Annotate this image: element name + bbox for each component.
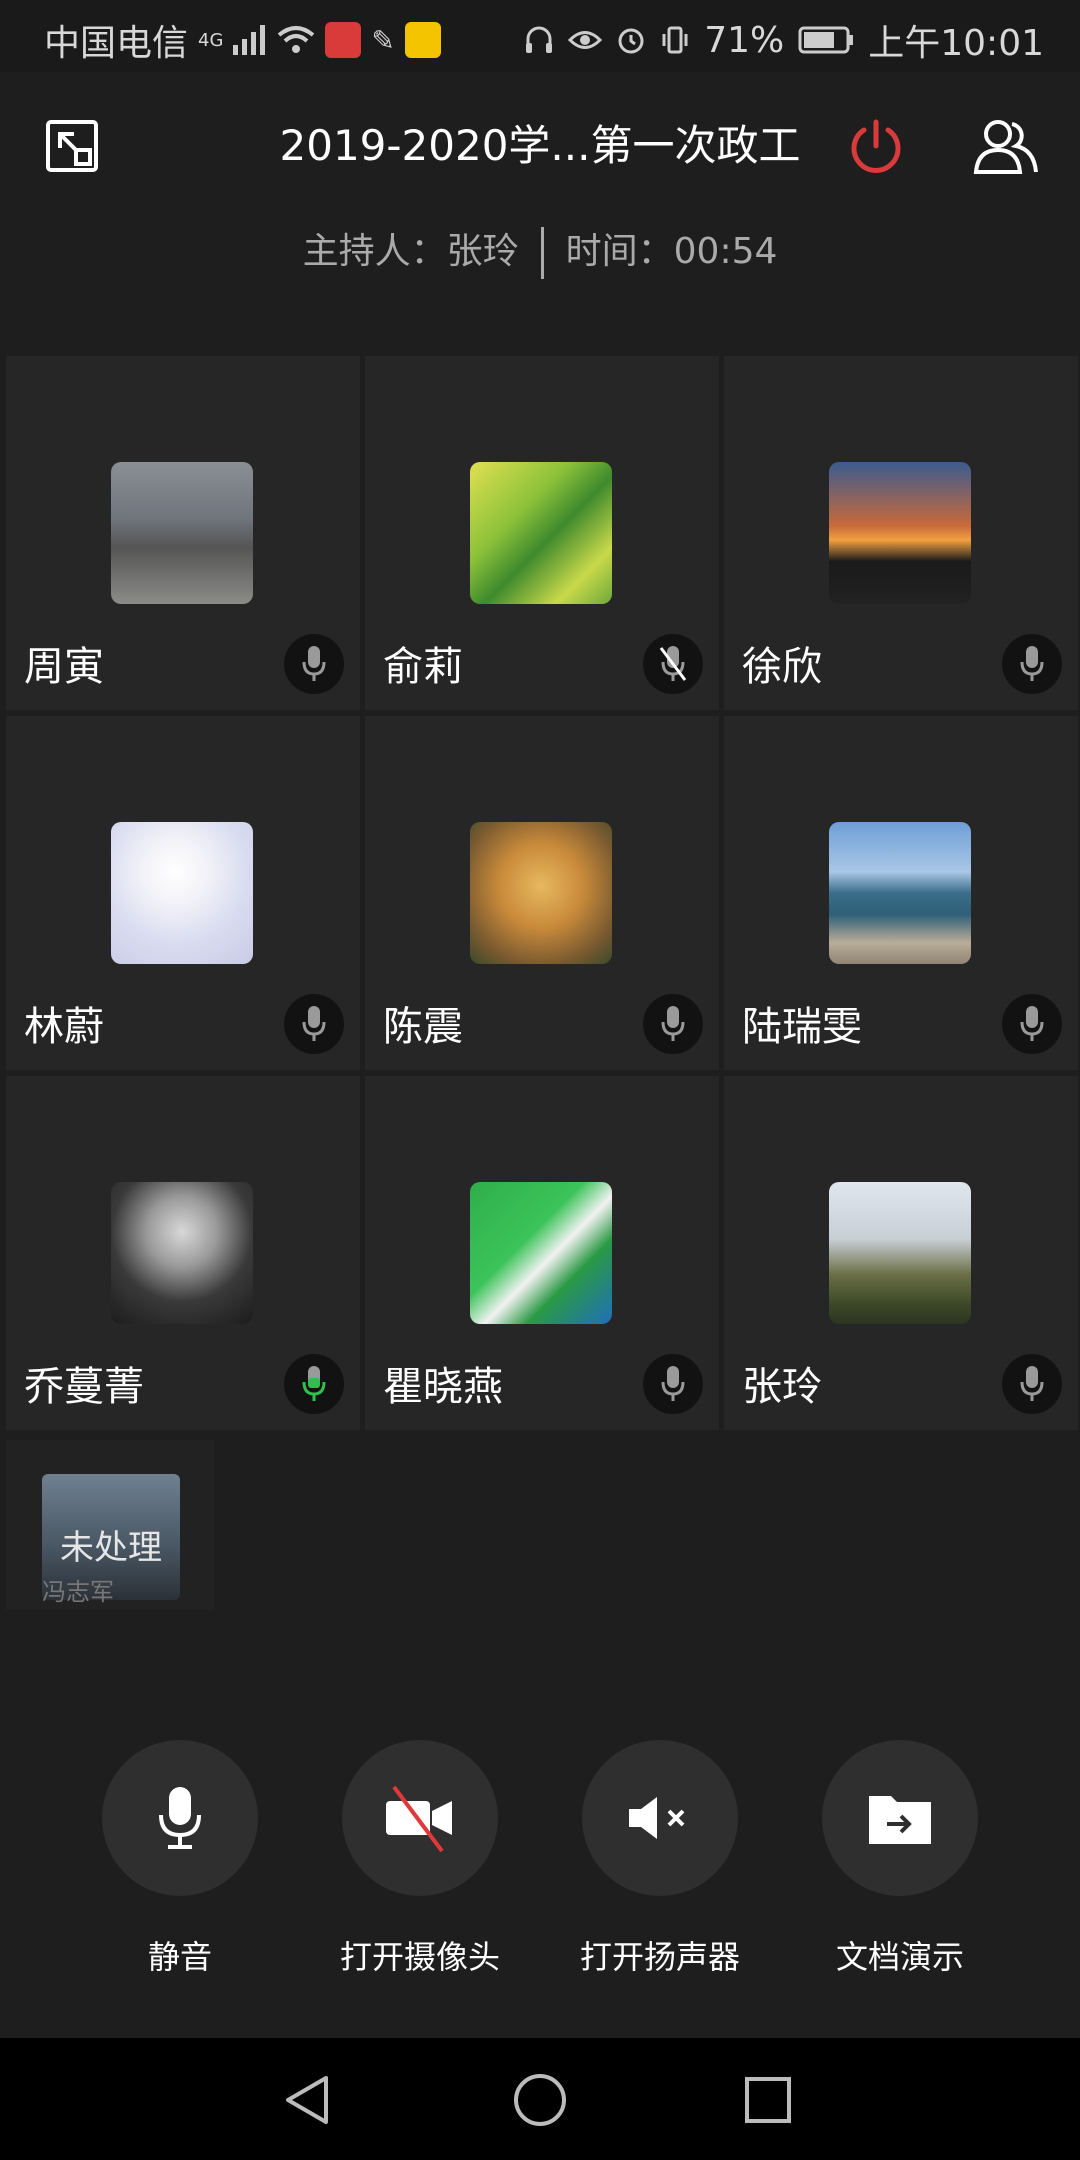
participant-tile[interactable]: 陈震 — [365, 716, 719, 1070]
clock: 上午10:01 — [868, 23, 1044, 64]
participant-name: 俞莉 — [383, 644, 463, 690]
host-name: 张玲 — [446, 231, 519, 272]
elapsed-time: 00:54 — [673, 231, 778, 272]
participant-name: 乔蔓菁 — [24, 1364, 144, 1410]
speaker-label: 打开扬声器 — [579, 1938, 740, 1976]
participant-name: 周寅 — [24, 644, 104, 690]
signal-icon — [233, 25, 266, 55]
avatar — [111, 1182, 253, 1324]
minimize-window-icon[interactable] — [46, 120, 98, 172]
document-label: 文档演示 — [835, 1938, 964, 1976]
speaker-circle[interactable] — [582, 1740, 738, 1896]
mic-on-icon — [1002, 1354, 1062, 1414]
camera-button[interactable]: 打开摄像头 — [300, 1740, 540, 1978]
time-label: 时间： — [565, 231, 674, 272]
participant-tile[interactable]: 徐欣 — [724, 356, 1078, 710]
pending-name: 冯志军 — [42, 1578, 114, 1606]
camera-circle[interactable] — [342, 1740, 498, 1896]
headphone-icon — [526, 26, 553, 53]
speaker-button[interactable]: 打开扬声器 — [540, 1740, 780, 1978]
avatar — [829, 462, 971, 604]
eye-icon — [568, 31, 603, 49]
mic-on-icon — [1002, 994, 1062, 1054]
battery-percent: 71% — [704, 19, 785, 61]
mic-on-icon — [284, 634, 344, 694]
mic-muted-icon — [643, 634, 703, 694]
music-app-icon — [404, 22, 441, 58]
document-circle[interactable] — [822, 1740, 978, 1896]
avatar — [470, 1182, 612, 1324]
participant-name: 徐欣 — [742, 644, 822, 690]
avatar — [829, 822, 971, 964]
carrier-label: 中国电信 — [44, 23, 189, 64]
participants-icon[interactable] — [972, 116, 1042, 176]
battery-icon — [798, 26, 854, 54]
system-nav-bar — [0, 2038, 1080, 2160]
avatar — [111, 822, 253, 964]
participant-tile[interactable]: 瞿晓燕 — [365, 1076, 719, 1430]
speaker-muted-icon — [629, 1797, 685, 1839]
participant-name: 林蔚 — [24, 1004, 104, 1050]
recording-icon — [325, 22, 362, 58]
status-bar: 中国电信 4G ✎ 71% 上午10:01 — [0, 0, 1080, 72]
pending-status: 未处理 — [60, 1528, 162, 1568]
participant-tile[interactable]: 乔蔓菁 — [6, 1076, 360, 1430]
participant-name: 张玲 — [742, 1364, 822, 1410]
camera-off-icon — [386, 1785, 452, 1853]
avatar — [111, 462, 253, 604]
participant-tile[interactable]: 陆瑞雯 — [724, 716, 1078, 1070]
meeting-header: 2019-2020学...第一次政工 主持人：张玲 时间：00:54 — [0, 72, 1080, 279]
avatar — [470, 462, 612, 604]
mic-speaking-icon — [284, 1354, 344, 1414]
avatar — [829, 1182, 971, 1324]
pending-participant[interactable]: 未处理 冯志军 — [6, 1440, 214, 1610]
microphone-icon — [159, 1787, 201, 1849]
participant-tile[interactable]: 林蔚 — [6, 716, 360, 1070]
participant-name: 陈震 — [383, 1004, 463, 1050]
meeting-info: 主持人：张玲 时间：00:54 — [0, 222, 1080, 279]
power-icon[interactable] — [846, 116, 906, 176]
participant-name: 瞿晓燕 — [383, 1364, 503, 1410]
back-icon[interactable] — [282, 2074, 332, 2126]
mute-label: 静音 — [147, 1938, 212, 1976]
meeting-title: 2019-2020学...第一次政工 — [279, 121, 801, 170]
app-notification-icon: ✎ — [371, 23, 395, 57]
home-icon[interactable] — [512, 2072, 568, 2128]
document-share-button[interactable]: 文档演示 — [780, 1740, 1020, 1978]
participant-tile[interactable]: 张玲 — [724, 1076, 1078, 1430]
host-label: 主持人： — [302, 231, 447, 272]
recent-apps-icon[interactable] — [744, 2076, 792, 2124]
network-type: 4G — [198, 29, 224, 51]
participant-grid: 周寅 俞莉 徐欣 林蔚 陈震 陆瑞雯 乔蔓菁 瞿晓燕 张玲 — [6, 356, 1078, 1430]
mic-on-icon — [284, 994, 344, 1054]
folder-share-icon — [869, 1796, 931, 1844]
wifi-icon — [278, 26, 315, 53]
info-divider — [540, 227, 544, 279]
vibrate-icon — [662, 26, 688, 54]
mic-on-icon — [1002, 634, 1062, 694]
mute-circle[interactable] — [102, 1740, 258, 1896]
camera-label: 打开摄像头 — [339, 1938, 500, 1976]
mute-button[interactable]: 静音 — [60, 1740, 300, 1978]
participant-tile[interactable]: 周寅 — [6, 356, 360, 710]
avatar — [470, 822, 612, 964]
participant-name: 陆瑞雯 — [742, 1004, 862, 1050]
participant-tile[interactable]: 俞莉 — [365, 356, 719, 710]
mic-on-icon — [643, 994, 703, 1054]
alarm-icon — [618, 28, 644, 54]
meeting-controls: 静音 打开摄像头 打开扬声器 文档演示 — [0, 1740, 1080, 1976]
mic-on-icon — [643, 1354, 703, 1414]
